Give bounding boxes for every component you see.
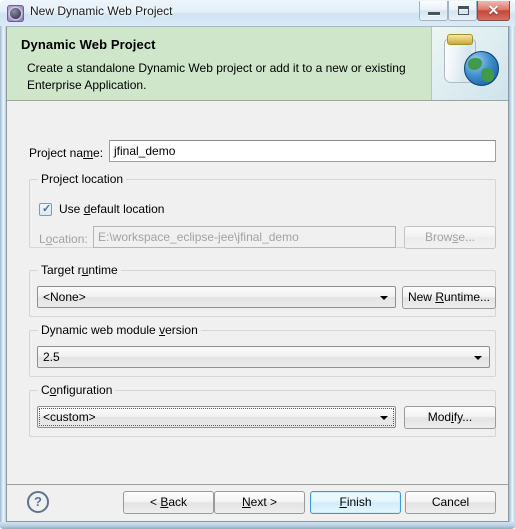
cancel-button[interactable]: Cancel (405, 491, 496, 514)
project-name-label: Project name: (29, 146, 104, 160)
checkmark-icon: ✓ (42, 203, 52, 215)
back-button[interactable]: < Back (123, 491, 214, 514)
module-version-group-title: Dynamic web module version (38, 323, 201, 337)
browse-button: Browse... (404, 226, 496, 249)
window-frame-bottom (0, 522, 515, 529)
chevron-down-icon (474, 356, 482, 360)
configuration-value: <custom> (43, 410, 96, 424)
jar-with-globe-icon (431, 27, 508, 100)
dialog-button-bar: ? < Back Next > Finish Cancel (7, 485, 508, 521)
title-bar[interactable]: New Dynamic Web Project ✕ (0, 0, 515, 26)
use-default-location-label: Use default location (59, 202, 165, 216)
globe-shape (464, 51, 499, 86)
chevron-down-icon (380, 416, 388, 420)
jar-lid-shape (447, 34, 473, 45)
modify-button[interactable]: Modify... (404, 406, 496, 429)
window-frame-right (509, 0, 515, 529)
banner-description: Create a standalone Dynamic Web project … (27, 61, 406, 92)
banner-title: Dynamic Web Project (21, 37, 156, 52)
minimize-button[interactable] (419, 1, 448, 21)
configuration-combo[interactable]: <custom> (37, 406, 396, 428)
location-label: Location: (39, 232, 88, 246)
eclipse-wizard-icon (7, 5, 24, 22)
configuration-group-title: Configuration (38, 383, 116, 397)
window-title: New Dynamic Web Project (30, 4, 173, 18)
target-runtime-combo[interactable]: <None> (37, 286, 396, 308)
module-version-value: 2.5 (43, 350, 60, 364)
use-default-location-checkbox[interactable]: ✓ (39, 203, 52, 216)
wizard-banner: Dynamic Web Project Create a standalone … (7, 27, 508, 101)
close-button[interactable]: ✕ (477, 1, 510, 21)
finish-button[interactable]: Finish (310, 491, 401, 514)
chevron-down-icon (380, 296, 388, 300)
next-button[interactable]: Next > (214, 491, 305, 514)
maximize-icon (458, 6, 469, 15)
wizard-page-content: Project name: jfinal_demo Project locati… (7, 102, 508, 484)
help-icon[interactable]: ? (27, 491, 49, 513)
close-icon: ✕ (487, 2, 500, 18)
minimize-icon (428, 12, 440, 16)
target-runtime-group-title: Target runtime (38, 263, 121, 277)
project-location-group-title: Project location (38, 172, 127, 186)
dialog-window: New Dynamic Web Project ✕ Dynamic Web Pr… (0, 0, 515, 529)
target-runtime-value: <None> (43, 290, 86, 304)
new-runtime-button[interactable]: New Runtime... (402, 286, 496, 309)
location-input: E:\workspace_eclipse-jee\jfinal_demo (93, 226, 396, 248)
dialog-client-area: Dynamic Web Project Create a standalone … (6, 26, 509, 522)
module-version-combo[interactable]: 2.5 (37, 346, 490, 368)
maximize-button[interactable] (448, 1, 477, 21)
project-name-input[interactable]: jfinal_demo (109, 140, 496, 162)
